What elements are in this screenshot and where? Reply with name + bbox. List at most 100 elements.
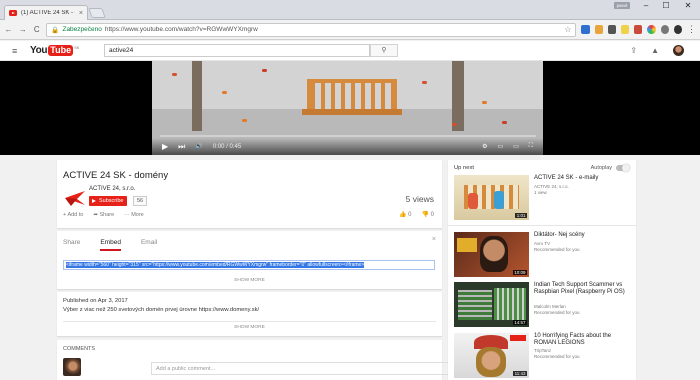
fullscreen-icon[interactable]: ⛶ <box>529 143 533 150</box>
address-bar[interactable]: 🔒 Zabezpečeno https://www.youtube.com/wa… <box>46 22 577 37</box>
video-progress-bar[interactable] <box>160 135 536 137</box>
video-scene-bench <box>307 79 397 109</box>
profile-badge[interactable]: pavol <box>614 2 630 9</box>
video-scene-leaf <box>482 101 487 104</box>
tab-embed[interactable]: Embed <box>100 239 121 251</box>
extension-gray-icon[interactable] <box>660 25 669 34</box>
browser-tab[interactable]: (1) ACTIVE 24 SK - domé × <box>4 5 88 20</box>
comments-card: COMMENTS Add a public comment... <box>57 340 494 380</box>
video-info-card: ACTIVE 24 SK - domény ACTIVE 24, s.r.o. … <box>57 160 442 228</box>
video-thumbnail[interactable]: 11:43 <box>454 333 529 378</box>
logo-tube: Tube <box>48 45 74 56</box>
video-scene-leaf <box>172 73 177 76</box>
video-thumbnail[interactable]: 14:57 <box>454 282 529 327</box>
video-title: ACTIVE 24 SK - domény <box>63 170 169 181</box>
video-duration: 1:01 <box>515 213 527 218</box>
settings-icon[interactable]: ⚙ <box>482 143 487 150</box>
youtube-masthead: ≡ You Tube SK active24 ⚲ ⇪ ▲ <box>0 41 700 61</box>
browser-titlebar: (1) ACTIVE 24 SK - domé × pavol – ☐ ✕ <box>0 0 700 20</box>
video-scene-leaf <box>222 91 227 94</box>
recommended-meta: 1 view <box>534 190 547 195</box>
autoplay-control[interactable]: Autoplay <box>590 164 630 172</box>
video-scene-leaf <box>422 81 427 84</box>
play-icon[interactable]: ▶ <box>162 142 168 151</box>
logo-country: SK <box>74 45 80 50</box>
recommended-video[interactable]: 10:09 Diktátor- Nej scény Avro TV Recomm… <box>454 232 632 278</box>
time-display: 0:00 / 0:45 <box>212 143 242 150</box>
extension-yellow-icon[interactable] <box>620 25 630 34</box>
share-label: Share <box>99 212 115 218</box>
recommended-video[interactable]: 14:57 Indian Tech Support Scammer vs Ras… <box>454 282 632 328</box>
embed-show-more-button[interactable]: SHOW MORE <box>57 278 442 283</box>
close-window-button[interactable]: ✕ <box>678 1 698 11</box>
recommended-video[interactable]: 1:01 ACTIVE 24 SK - e-maily ACTIVE 24, s… <box>454 175 632 221</box>
thumbnail-board <box>458 290 492 320</box>
user-avatar[interactable] <box>673 45 684 56</box>
next-icon[interactable]: ⏭ <box>178 142 185 152</box>
minimize-button[interactable]: – <box>636 1 656 11</box>
divider <box>448 225 636 226</box>
video-scene-leaf <box>262 69 267 72</box>
tab-close-icon[interactable]: × <box>79 10 83 17</box>
tab-title: (1) ACTIVE 24 SK - domé <box>21 10 75 16</box>
youtube-logo[interactable]: You Tube SK <box>30 45 79 56</box>
video-thumbnail[interactable]: 10:09 <box>454 232 529 277</box>
add-to-button[interactable]: + Add to <box>63 212 83 218</box>
extension-color-icon[interactable] <box>647 25 656 34</box>
video-duration: 11:43 <box>513 371 527 376</box>
theater-mode-icon[interactable]: ▭ <box>513 143 519 150</box>
recommended-title[interactable]: Diktátor- Nej scény <box>534 232 632 239</box>
reload-button[interactable]: C <box>32 25 41 34</box>
recommended-title[interactable]: Indian Tech Support Scammer vs Raspbian … <box>534 282 632 296</box>
notifications-icon[interactable]: ▲ <box>651 46 659 55</box>
share-close-icon[interactable]: × <box>432 236 436 243</box>
video-thumbnail[interactable]: 1:01 <box>454 175 529 220</box>
autoplay-label: Autoplay <box>590 165 612 171</box>
upload-icon[interactable]: ⇪ <box>630 46 637 55</box>
maximize-button[interactable]: ☐ <box>656 1 676 11</box>
url-text: https://www.youtube.com/watch?v=RGWwWYXm… <box>104 26 258 33</box>
player-controls: ▶ ⏭ 🔊 0:00 / 0:45 ⚙ ▭ ▭ ⛶ <box>152 138 543 155</box>
tab-email[interactable]: Email <box>141 239 157 251</box>
embed-code-text: <iframe width="560" height="315" src="ht… <box>66 262 365 268</box>
guide-menu-icon[interactable]: ≡ <box>12 46 26 56</box>
back-button[interactable]: ← <box>4 25 13 34</box>
video-scene-leaf <box>452 123 457 126</box>
search-button[interactable]: ⚲ <box>370 44 398 57</box>
like-button[interactable]: 👍 0 <box>399 211 411 218</box>
recommended-video[interactable]: 11:43 10 Horrifying Facts about the ROMA… <box>454 333 632 379</box>
autoplay-toggle[interactable] <box>616 164 630 172</box>
new-tab-button[interactable] <box>88 8 106 18</box>
tab-share[interactable]: Share <box>63 239 80 251</box>
commenter-avatar <box>63 358 81 376</box>
share-button[interactable]: ➦ Share <box>93 212 114 218</box>
extension-blue-icon[interactable] <box>581 25 590 34</box>
recommended-title[interactable]: ACTIVE 24 SK - e-maily <box>534 175 632 182</box>
extension-orange-icon[interactable] <box>594 25 603 34</box>
description-text: Výber z viac než 250 svetových domén prv… <box>63 307 260 313</box>
video-scene-leaf <box>242 119 247 122</box>
thumbnail-board <box>494 288 526 320</box>
dislike-button[interactable]: 👎 0 <box>422 211 434 218</box>
recommended-meta: Recommended for you <box>534 247 580 252</box>
extension-dark-icon[interactable] <box>673 25 682 34</box>
embed-code-field[interactable]: <iframe width="560" height="315" src="ht… <box>63 260 435 270</box>
browser-menu-icon[interactable]: ⋮ <box>687 24 696 35</box>
more-button[interactable]: ··· More <box>124 212 144 218</box>
video-scene-bench-seat <box>302 109 402 115</box>
extension-red-icon[interactable] <box>634 25 643 34</box>
search-input[interactable]: active24 <box>104 44 370 57</box>
thumbnail-badge <box>457 238 477 252</box>
recommended-title[interactable]: 10 Horrifying Facts about the ROMAN LEGI… <box>534 333 632 347</box>
forward-button[interactable]: → <box>18 25 27 34</box>
subscribe-button[interactable]: Subscribe <box>89 196 128 206</box>
volume-icon[interactable]: 🔊 <box>195 143 202 150</box>
channel-name[interactable]: ACTIVE 24, s.r.o. <box>89 186 135 192</box>
subtitles-icon[interactable]: ▭ <box>497 143 503 150</box>
comment-input[interactable]: Add a public comment... <box>151 362 494 375</box>
video-player[interactable]: ▶ ⏭ 🔊 0:00 / 0:45 ⚙ ▭ ▭ ⛶ <box>0 61 700 155</box>
channel-logo[interactable] <box>63 188 87 208</box>
extension-pen-icon[interactable] <box>607 25 616 34</box>
bookmark-star-icon[interactable]: ☆ <box>564 25 571 34</box>
description-show-more-button[interactable]: SHOW MORE <box>57 325 442 330</box>
